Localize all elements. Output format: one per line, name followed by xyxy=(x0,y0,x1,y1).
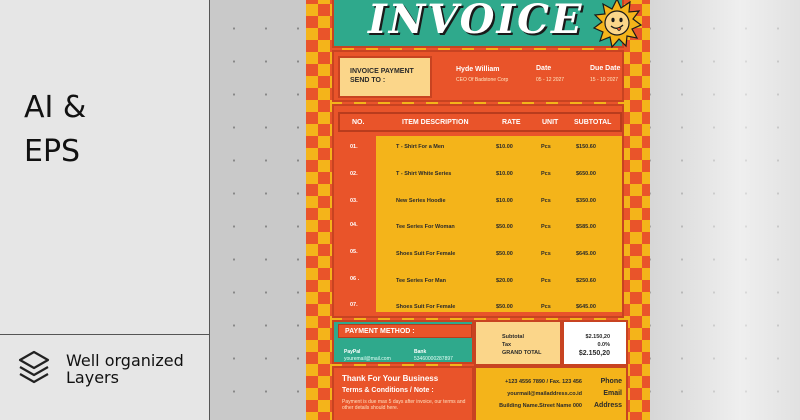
summary-labels: Subtotal Tax GRAND TOTAL xyxy=(474,320,562,366)
row-rate: $50.00 xyxy=(496,251,513,257)
row-subtotal: $585.00 xyxy=(576,224,596,230)
row-unit: Pcs xyxy=(541,198,551,204)
row-description: T - Shirt For a Men xyxy=(396,144,445,150)
promo-panel: AI & EPS Well organized Layers xyxy=(0,0,210,420)
paypal-value: youremail@mail.com xyxy=(344,356,391,362)
email-label: Email xyxy=(603,390,622,397)
bank-label: Bank xyxy=(414,349,427,355)
paypal-label: PayPal xyxy=(344,349,361,355)
address-value: Building Name.Street Name 000 xyxy=(499,403,582,409)
table-row: 03. New Series Hoodie $10.00 Pcs $350.00 xyxy=(338,190,622,216)
address-label: Address xyxy=(593,402,622,409)
row-rate: $10.00 xyxy=(496,171,513,177)
row-no: 06 . xyxy=(350,276,360,282)
row-no: 04. xyxy=(350,222,358,228)
phone-value: +123 4556 7890 / Fax. 123 456 xyxy=(505,379,582,385)
light-shadow-overlay xyxy=(650,0,800,420)
row-description: Shoes Suit For Female xyxy=(396,251,456,257)
header-no: NO. xyxy=(352,119,365,126)
grand-total-value: $2.150,20 xyxy=(578,350,610,357)
grand-total-label: GRAND TOTAL xyxy=(502,350,542,356)
title-band: INVOICE xyxy=(332,0,642,48)
format-line-2: EPS xyxy=(24,134,81,169)
phone-label: Phone xyxy=(600,378,622,385)
thanks-block: Thank For Your Business Terms & Conditio… xyxy=(332,366,474,420)
row-no: 02. xyxy=(350,171,358,177)
header-subtotal: SUBTOTAL xyxy=(574,119,612,126)
layers-line-2: Layers xyxy=(66,368,119,387)
row-subtotal: $150.60 xyxy=(576,144,596,150)
row-description: New Series Hoodie xyxy=(396,198,446,204)
table-row: 05. Shoes Suit For Female $50.00 Pcs $64… xyxy=(338,243,622,269)
date-label: Date xyxy=(536,65,552,72)
client-role: CEO Of Badstone Corp xyxy=(456,77,509,83)
subtotal-label: Subtotal xyxy=(502,334,524,340)
send-to-line-2: SEND TO : xyxy=(350,77,386,84)
table-row: 07. Shoes Suit For Female $50.00 Pcs $64… xyxy=(338,296,622,322)
row-no: 07. xyxy=(350,302,358,308)
contact-block: +123 4556 7890 / Fax. 123 456 Phone your… xyxy=(474,366,628,420)
billing-info-row: INVOICE PAYMENT SEND TO : Hyde William C… xyxy=(332,50,624,102)
row-no: 01. xyxy=(350,144,358,150)
row-rate: $50.00 xyxy=(496,304,513,310)
table-body: 01. T - Shirt For a Men $10.00 Pcs $150.… xyxy=(338,136,622,312)
row-unit: Pcs xyxy=(541,224,551,230)
bank-value: 53460000287897 xyxy=(414,356,453,362)
row-rate: $50.00 xyxy=(496,224,513,230)
row-no: 03. xyxy=(350,198,358,204)
table-row: 02. T - Shirt White Series $10.00 Pcs $6… xyxy=(338,163,622,189)
row-no: 05. xyxy=(350,249,358,255)
row-subtotal: $650.00 xyxy=(576,171,596,177)
row-rate: $10.00 xyxy=(496,198,513,204)
row-subtotal: $350.00 xyxy=(576,198,596,204)
header-description: ITEM DESCRIPTION xyxy=(402,119,469,126)
row-description: T - Shirt White Series xyxy=(396,171,452,177)
subtotal-value: $2.150,20 xyxy=(585,334,610,340)
email-value: yourmail@mailaddress.co.id xyxy=(507,391,582,397)
items-table: NO. ITEM DESCRIPTION RATE UNIT SUBTOTAL … xyxy=(332,104,624,318)
thanks-message: Thank For Your Business xyxy=(342,374,439,383)
table-row: 01. T - Shirt For a Men $10.00 Pcs $150.… xyxy=(338,136,622,162)
table-row: 06 . Tee Series For Man $20.00 Pcs $250.… xyxy=(338,270,622,296)
payment-method-title: PAYMENT METHOD : xyxy=(338,324,472,338)
panel-divider xyxy=(0,334,210,335)
layers-line-1: Well organized xyxy=(66,351,184,370)
tax-label: Tax xyxy=(502,342,512,348)
terms-text: Payment is due max 5 days after invoice,… xyxy=(342,399,466,411)
row-subtotal: $250.60 xyxy=(576,278,596,284)
summary-values: $2.150,20 0.0% $2.150,20 xyxy=(562,320,628,366)
invoice-sheet: INVOICE INVOICE PAYMENT SEND TO : Hyde W… xyxy=(306,0,650,420)
date-value: 05 - 12 2027 xyxy=(536,77,565,83)
row-subtotal: $645.00 xyxy=(576,304,596,310)
due-date-label: Due Date xyxy=(590,65,621,72)
row-description: Shoes Suit For Female xyxy=(396,304,456,310)
table-row: 04. Tee Series For Woman $50.00 Pcs $585… xyxy=(338,216,622,242)
row-unit: Pcs xyxy=(541,251,551,257)
row-unit: Pcs xyxy=(541,304,551,310)
header-rate: RATE xyxy=(502,119,521,126)
row-rate: $20.00 xyxy=(496,278,513,284)
row-unit: Pcs xyxy=(541,278,551,284)
row-rate: $10.00 xyxy=(496,144,513,150)
file-format-label: AI & EPS xyxy=(24,86,86,174)
header-unit: UNIT xyxy=(542,119,559,126)
due-date-value: 15 - 10 2027 xyxy=(590,77,619,83)
smiling-sun-icon xyxy=(592,0,642,48)
row-unit: Pcs xyxy=(541,144,551,150)
layers-caption: Well organized Layers xyxy=(66,352,184,386)
format-line-1: AI & xyxy=(24,90,87,125)
table-header: NO. ITEM DESCRIPTION RATE UNIT SUBTOTAL xyxy=(338,112,622,132)
client-name: Hyde William xyxy=(456,66,500,73)
row-description: Tee Series For Man xyxy=(396,278,447,284)
terms-title: Terms & Conditions / Note : xyxy=(342,387,434,394)
layers-icon xyxy=(18,350,50,384)
row-subtotal: $645.00 xyxy=(576,251,596,257)
send-to-line-1: INVOICE PAYMENT xyxy=(350,68,414,75)
tax-value: 0.0% xyxy=(597,342,610,348)
payment-method-block: PAYMENT METHOD : PayPal youremail@mail.c… xyxy=(332,320,474,364)
row-description: Tee Series For Woman xyxy=(396,224,455,230)
row-unit: Pcs xyxy=(541,171,551,177)
invoice-title: INVOICE xyxy=(368,0,584,43)
send-to-box: INVOICE PAYMENT SEND TO : xyxy=(338,56,432,98)
